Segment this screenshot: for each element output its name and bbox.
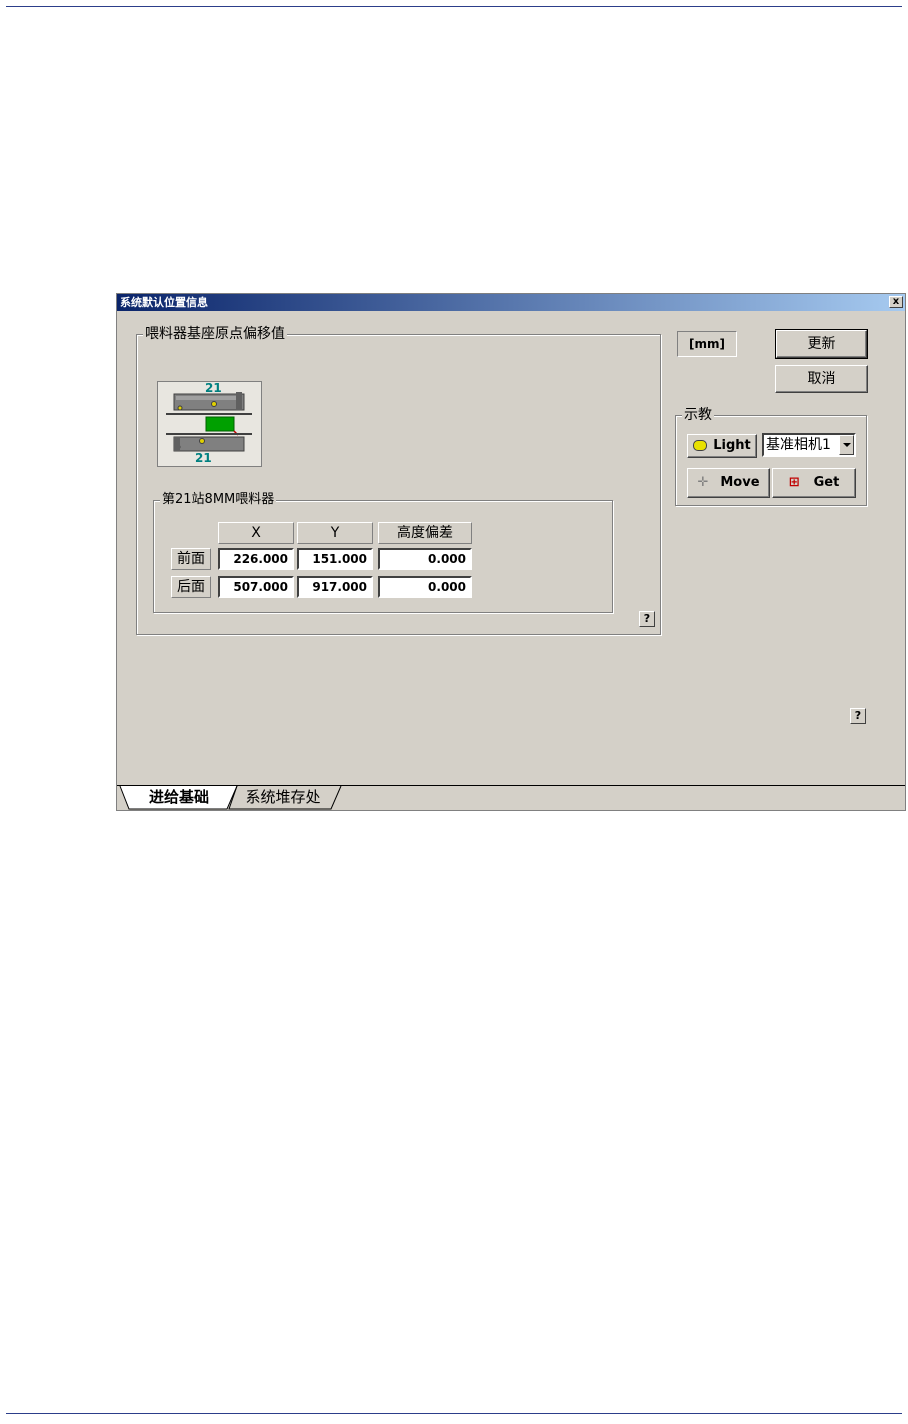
page-top-rule: [6, 6, 902, 7]
move-button[interactable]: ✛ Move: [687, 468, 770, 498]
station-group-title: 第21站8MM喂料器: [160, 492, 277, 508]
tab-system-storage[interactable]: 系统堆存处: [233, 785, 333, 809]
feeder-image: 21 21: [157, 381, 262, 467]
move-arrows-icon: ✛: [697, 475, 709, 490]
light-bulb-icon: [693, 440, 708, 451]
light-button[interactable]: Light: [687, 434, 757, 458]
get-button[interactable]: ⊞ Get: [772, 468, 856, 498]
window-title: 系统默认位置信息: [120, 296, 208, 309]
tab-strip: 进给基础 系统堆存处: [117, 785, 905, 812]
dialog-window: 系统默认位置信息 x 喂料器基座原点偏移值 21 21 第21站8MM喂料器 X…: [116, 293, 906, 811]
front-height-field[interactable]: 0.000: [378, 548, 472, 570]
page-bottom-rule: [6, 1413, 902, 1414]
teach-group-title: 示教: [682, 407, 714, 423]
get-position-icon: ⊞: [788, 475, 800, 490]
offset-group: 喂料器基座原点偏移值 21 21 第21站8MM喂料器 X Y 高度偏差 前面 …: [136, 326, 661, 635]
tab-feeder-base[interactable]: 进给基础: [131, 785, 227, 809]
cancel-button[interactable]: 取消: [775, 365, 868, 393]
column-header-y: Y: [297, 522, 373, 544]
get-button-label: Get: [813, 475, 840, 490]
light-button-label: Light: [713, 438, 751, 453]
offset-help-button[interactable]: ?: [639, 611, 655, 627]
close-icon: x: [892, 296, 900, 307]
update-button[interactable]: 更新: [775, 329, 868, 359]
column-header-x: X: [218, 522, 294, 544]
front-y-field[interactable]: 151.000: [297, 548, 373, 570]
chevron-down-icon[interactable]: [839, 435, 854, 455]
camera-select-value: 基准相机1: [766, 437, 831, 453]
camera-select[interactable]: 基准相机1: [762, 433, 856, 457]
main-help-button[interactable]: ?: [850, 708, 866, 724]
teach-group: 示教 Light 基准相机1 ✛ Move ⊞ Get: [675, 407, 867, 506]
row-label-back: 后面: [171, 576, 211, 598]
move-button-label: Move: [720, 475, 760, 490]
feeder-top-label: 21: [205, 381, 222, 395]
title-bar: 系统默认位置信息 x: [117, 294, 905, 311]
front-x-field[interactable]: 226.000: [218, 548, 294, 570]
station-group: 第21站8MM喂料器 X Y 高度偏差 前面 226.000 151.000 0…: [153, 492, 613, 613]
back-y-field[interactable]: 917.000: [297, 576, 373, 598]
feeder-bottom-label: 21: [195, 451, 212, 465]
offset-group-title: 喂料器基座原点偏移值: [143, 326, 287, 342]
close-button[interactable]: x: [889, 296, 903, 308]
back-x-field[interactable]: 507.000: [218, 576, 294, 598]
column-header-height: 高度偏差: [378, 522, 472, 544]
row-label-front: 前面: [171, 548, 211, 570]
back-height-field[interactable]: 0.000: [378, 576, 472, 598]
unit-label: [mm]: [677, 331, 737, 357]
